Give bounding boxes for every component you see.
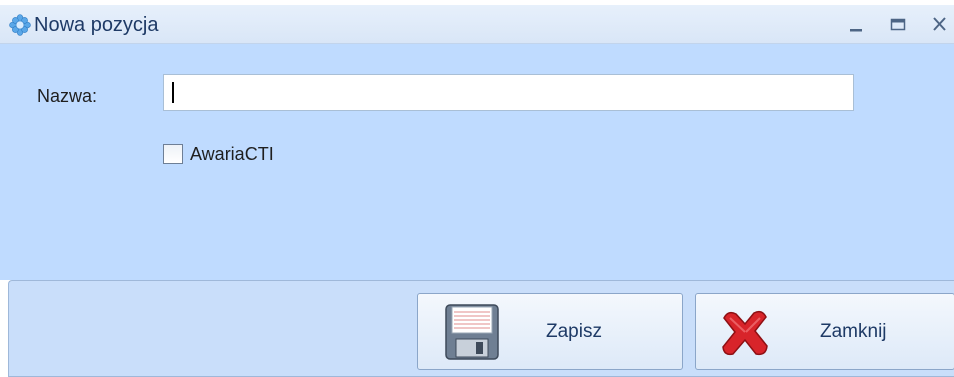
text-caret [172,82,174,103]
red-x-icon [722,310,768,356]
checkbox-label: AwariaCTI [190,143,274,164]
maximize-icon[interactable] [886,11,912,37]
app-flower-icon [9,14,31,36]
save-button-label: Zapisz [546,321,602,342]
close-icon[interactable] [928,11,954,37]
button-panel: Zapisz Zamknij [8,280,954,377]
close-button-label: Zamknij [820,321,887,342]
name-label: Nazwa: [37,86,98,106]
dialog-window: Nowa pozycja Nazwa: AwariaCTI Zapisz Zam… [0,0,954,377]
name-input[interactable] [163,74,854,111]
checkbox-box[interactable] [163,144,183,164]
dialog-body: Nazwa: AwariaCTI [0,44,954,280]
save-button[interactable]: Zapisz [417,293,683,370]
awaria-cti-checkbox[interactable]: AwariaCTI [163,142,274,166]
title-bar[interactable]: Nowa pozycja [0,5,954,44]
window-title: Nowa pozycja [34,14,159,36]
floppy-disk-icon [445,304,499,360]
close-button[interactable]: Zamknij [695,293,954,370]
minimize-icon[interactable] [844,11,870,37]
